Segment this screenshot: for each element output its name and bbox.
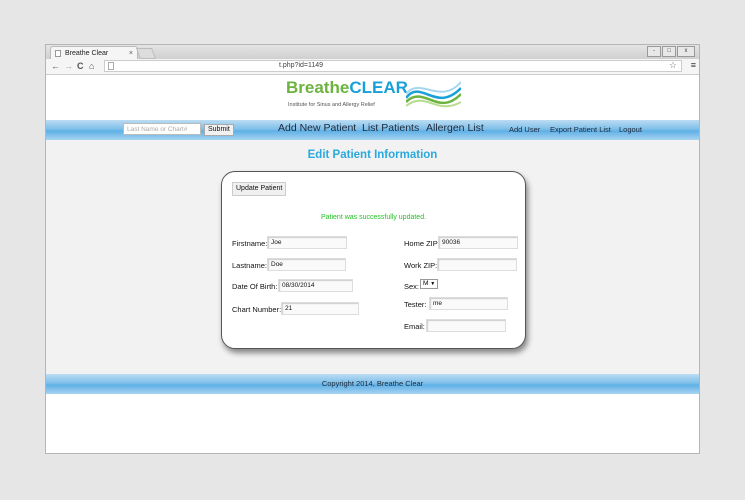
address-bar[interactable]: t.php?id=1149 ☆ bbox=[104, 60, 682, 72]
menu-icon[interactable]: ≡ bbox=[691, 60, 696, 70]
logo-tagline: Institute for Sinus and Allergy Relief bbox=[288, 102, 375, 108]
chart-number-label: Chart Number: bbox=[232, 305, 282, 314]
nav-allergen-list[interactable]: Allergen List bbox=[426, 122, 484, 134]
tester-label: Tester: bbox=[404, 300, 427, 309]
logo-swoosh-icon bbox=[406, 81, 461, 108]
home-icon[interactable]: ⌂ bbox=[89, 61, 94, 72]
firstname-label: Firstname: bbox=[232, 239, 268, 248]
back-icon[interactable]: ← bbox=[51, 61, 60, 72]
logo-name-part1: Breathe bbox=[286, 78, 350, 97]
dob-label: Date Of Birth: bbox=[232, 282, 278, 291]
sex-select-value: M bbox=[423, 280, 429, 287]
sex-label: Sex: bbox=[404, 282, 420, 291]
nav-add-user[interactable]: Add User bbox=[509, 125, 540, 134]
minimize-button[interactable]: - bbox=[647, 46, 661, 57]
browser-toolbar: ← → C ⌂ t.php?id=1149 ☆ ≡ bbox=[46, 59, 699, 75]
site-logo[interactable]: BreatheCLEAR Institute for Sinus and All… bbox=[286, 78, 461, 118]
close-window-button[interactable]: x bbox=[677, 46, 695, 57]
logo-name-part2: CLEAR bbox=[349, 78, 408, 97]
browser-window: Breathe Clear × - □ x ← → C ⌂ t.php?id=1… bbox=[45, 44, 700, 454]
page-title: Edit Patient Information bbox=[307, 149, 438, 161]
page-bottom-area bbox=[46, 394, 699, 453]
sex-select[interactable]: M ▼ bbox=[420, 279, 439, 289]
document-icon bbox=[108, 62, 114, 70]
new-tab-button[interactable] bbox=[135, 48, 157, 59]
nav-export-patient-list[interactable]: Export Patient List bbox=[550, 125, 611, 134]
tab-title: Breathe Clear bbox=[65, 50, 109, 57]
url-text: t.php?id=1149 bbox=[279, 62, 324, 69]
lastname-label: Lastname: bbox=[232, 261, 268, 270]
bookmark-star-icon[interactable]: ☆ bbox=[669, 60, 677, 70]
search-submit-button[interactable]: Submit bbox=[204, 124, 234, 136]
site-navbar: Submit Add New Patient List Patients All… bbox=[46, 120, 699, 140]
title-bar: Breathe Clear × - □ x bbox=[46, 45, 699, 59]
chevron-down-icon: ▼ bbox=[430, 281, 436, 287]
work-zip-label: Work ZIP: bbox=[404, 261, 438, 270]
site-footer: Copyright 2014, Breathe Clear bbox=[46, 374, 699, 394]
email-input[interactable] bbox=[426, 319, 506, 332]
nav-logout[interactable]: Logout bbox=[619, 125, 642, 134]
maximize-button[interactable]: □ bbox=[662, 46, 676, 57]
update-patient-button[interactable]: Update Patient bbox=[232, 182, 287, 196]
lastname-input[interactable] bbox=[267, 258, 346, 271]
patient-search-input[interactable] bbox=[123, 123, 201, 135]
success-message: Patient was successfully updated. bbox=[320, 214, 427, 221]
nav-add-new-patient[interactable]: Add New Patient bbox=[278, 122, 356, 134]
copyright-text: Copyright 2014, Breathe Clear bbox=[321, 379, 424, 388]
dob-input[interactable] bbox=[278, 279, 353, 292]
home-zip-input[interactable] bbox=[438, 236, 518, 249]
patient-form-card: Update Patient Patient was successfully … bbox=[221, 171, 526, 349]
page-icon bbox=[55, 50, 61, 57]
chart-number-input[interactable] bbox=[281, 302, 359, 315]
firstname-input[interactable] bbox=[267, 236, 347, 249]
nav-list-patients[interactable]: List Patients bbox=[362, 122, 419, 134]
tester-input[interactable] bbox=[429, 297, 508, 310]
logo-name: BreatheCLEAR bbox=[286, 78, 408, 98]
work-zip-input[interactable] bbox=[437, 258, 517, 271]
email-label: Email: bbox=[404, 322, 425, 331]
site-header: BreatheCLEAR Institute for Sinus and All… bbox=[46, 75, 699, 120]
reload-icon[interactable]: C bbox=[77, 61, 84, 72]
forward-icon[interactable]: → bbox=[64, 61, 73, 72]
home-zip-label: Home ZIP: bbox=[404, 239, 440, 248]
web-page: BreatheCLEAR Institute for Sinus and All… bbox=[46, 75, 699, 453]
browser-tab[interactable]: Breathe Clear × bbox=[50, 46, 138, 59]
window-controls: - □ x bbox=[647, 46, 695, 57]
